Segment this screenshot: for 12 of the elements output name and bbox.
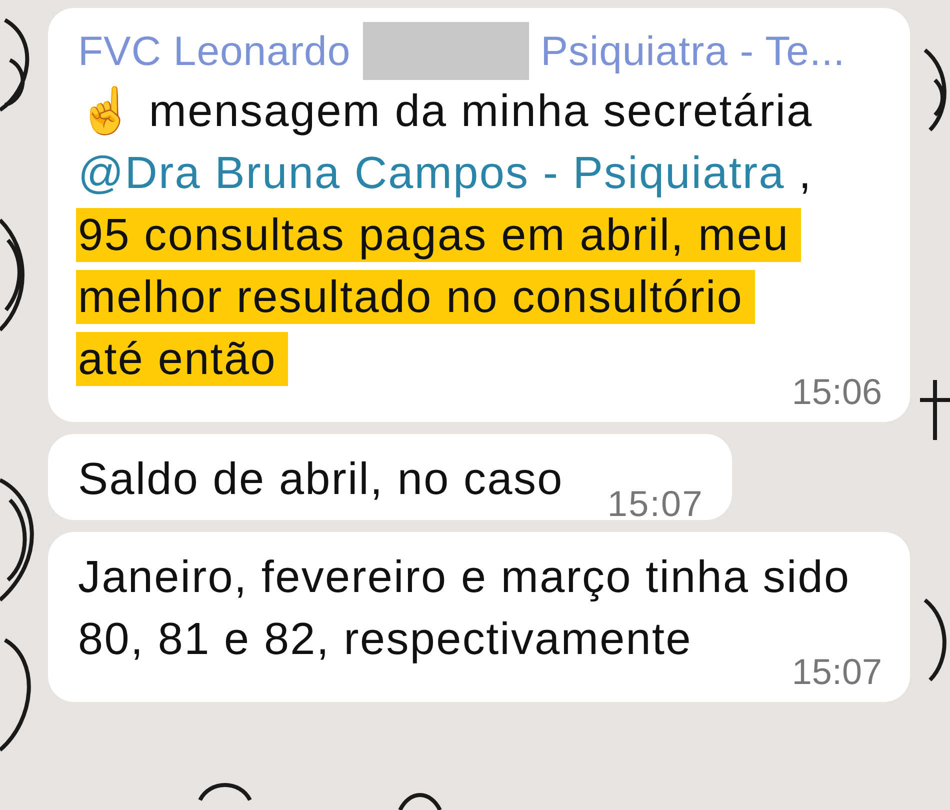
message-text: Saldo de abril, no caso: [78, 453, 564, 504]
message-time: 15:07: [607, 484, 704, 524]
sender-name: FVC Leonardo: [78, 27, 351, 76]
pointing-up-emoji: ☝: [78, 85, 136, 136]
highlighted-text: melhor resultado no consultório: [76, 270, 756, 324]
sender-name: Psiquiatra - Te...: [540, 27, 846, 76]
highlighted-text: até então: [76, 332, 288, 386]
mention-link[interactable]: @Dra Bruna Campos - Psiquiatra: [78, 147, 785, 198]
message-time: 15:06: [792, 372, 882, 412]
message-text: ,: [798, 147, 812, 198]
highlighted-text: 95 consultas pagas em abril, meu: [76, 208, 802, 262]
message-text: mensagem da minha secretária: [148, 85, 813, 136]
